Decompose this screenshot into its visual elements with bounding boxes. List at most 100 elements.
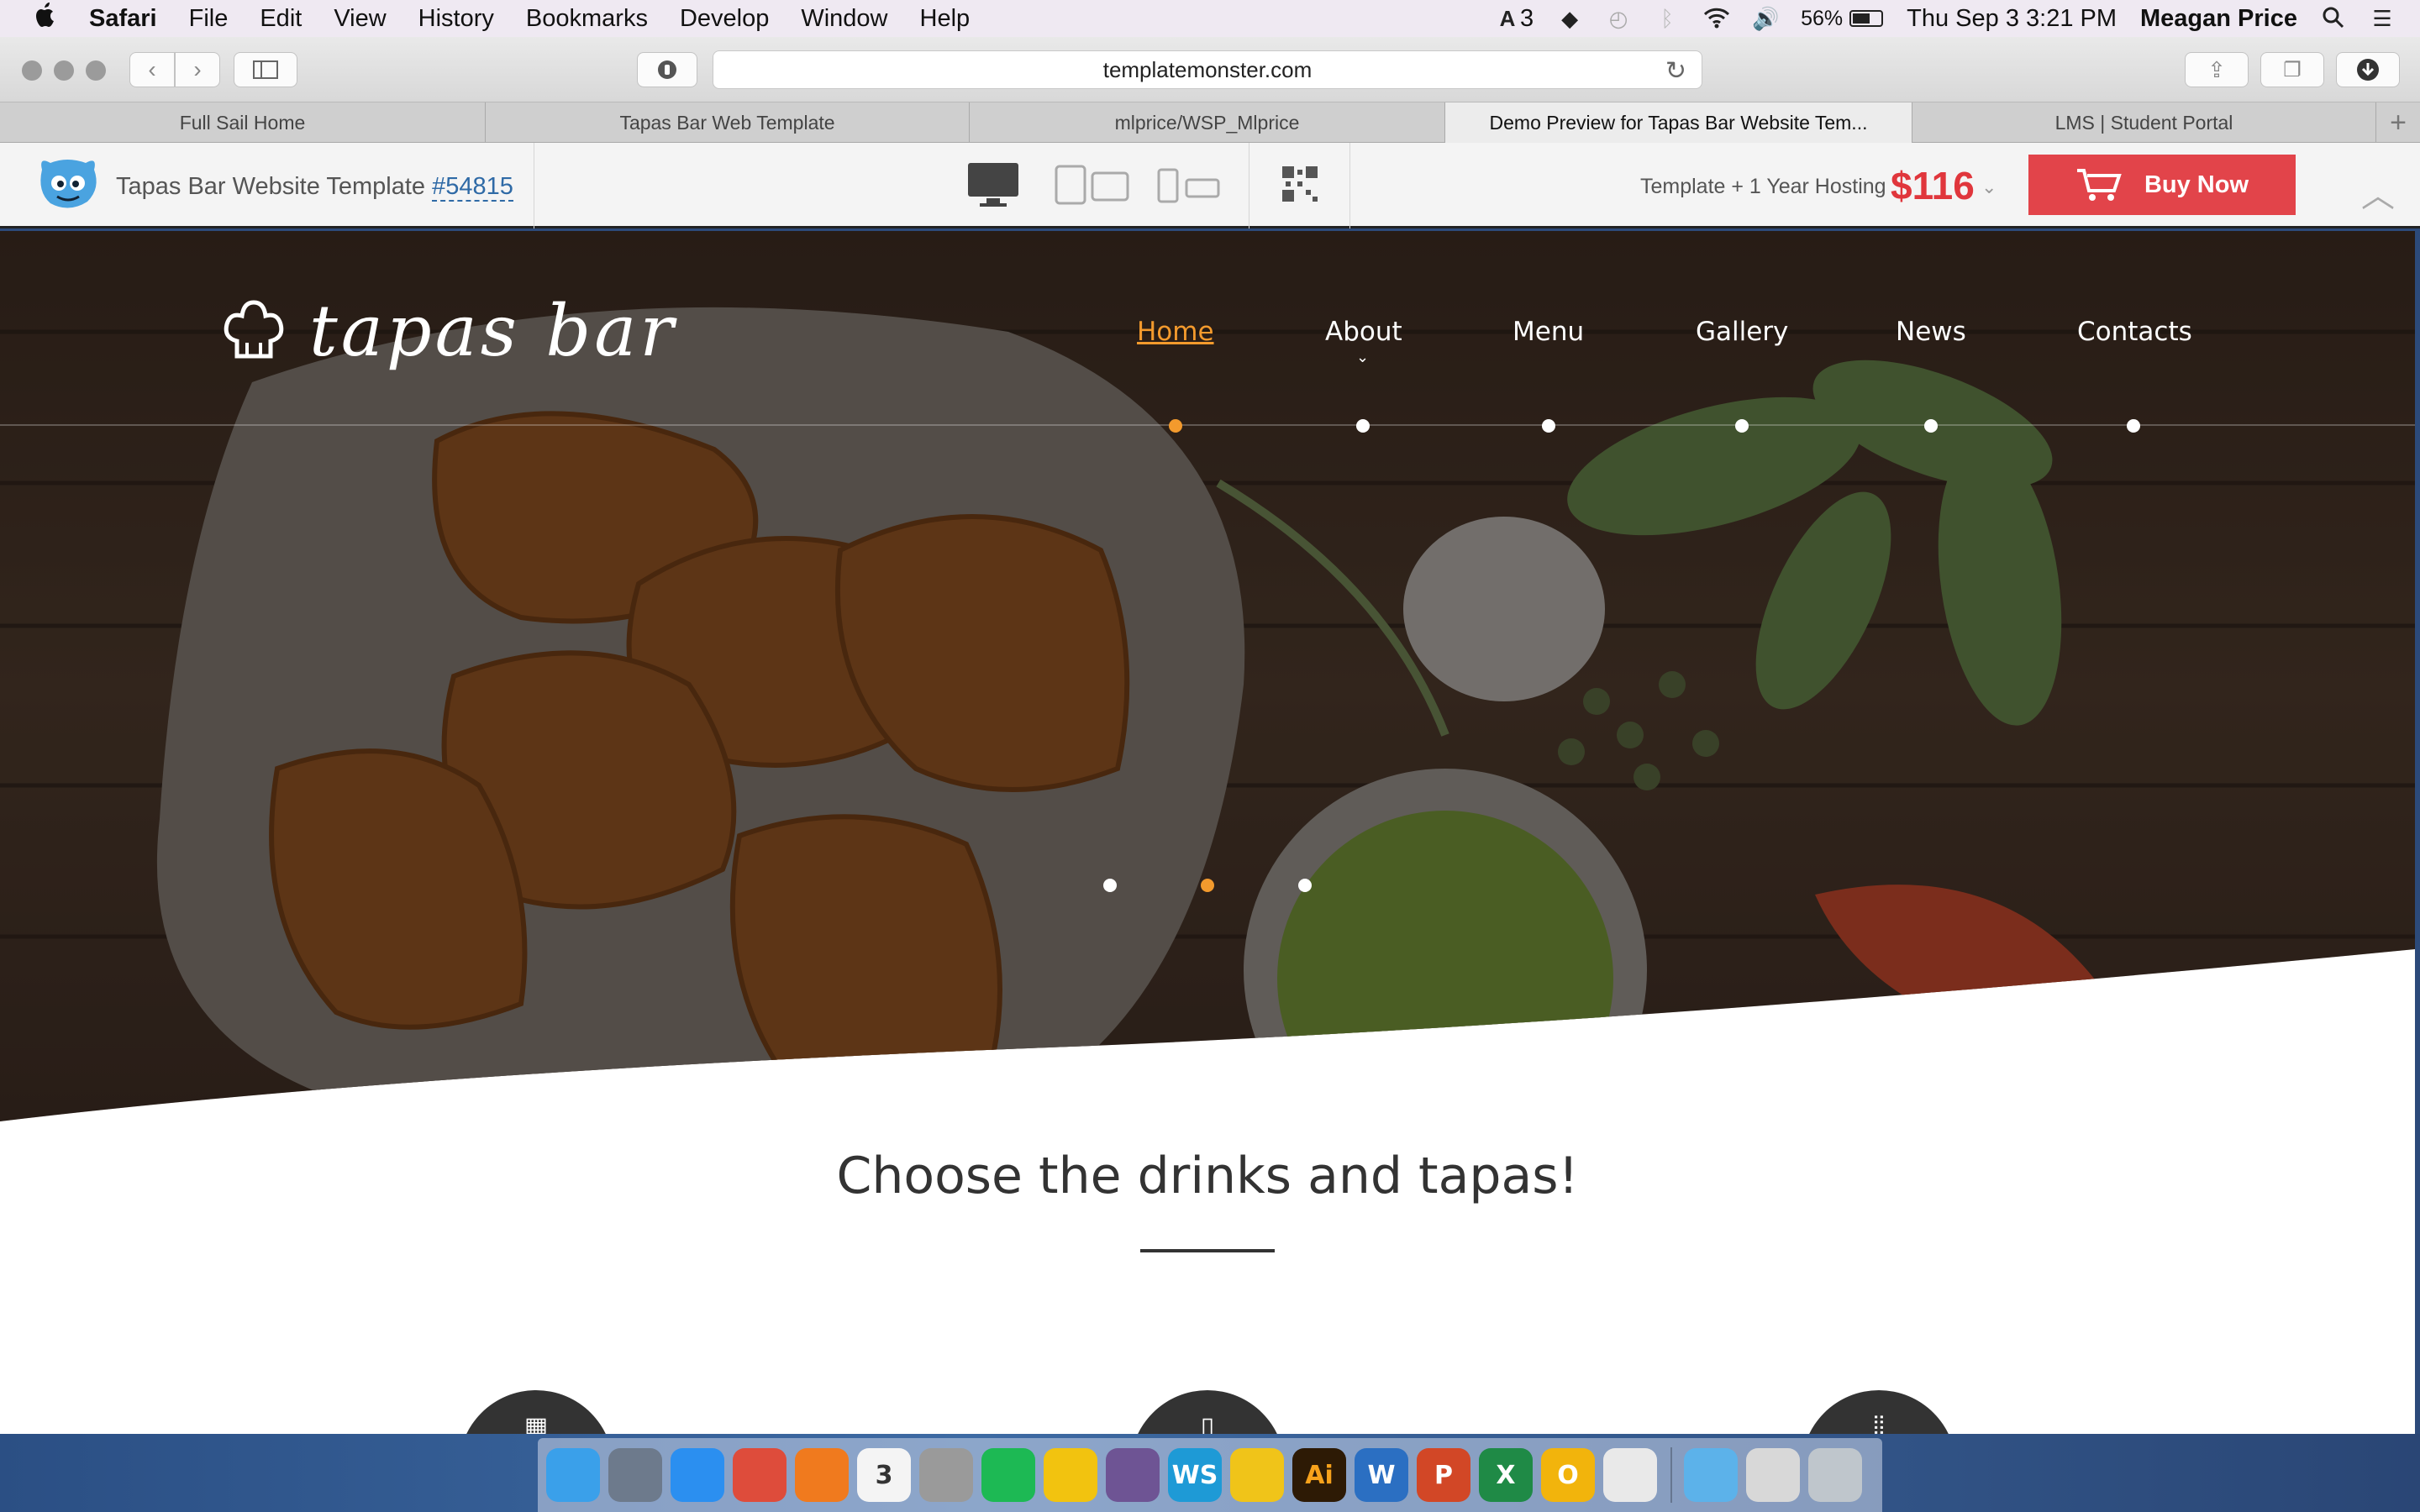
collapse-bar-chevron-up-icon[interactable]: ︿ [2361,168,2395,217]
spotlight-search-icon[interactable] [2321,7,2346,30]
dock: 3 WS Ai W P X O [538,1438,1882,1512]
show-tabs-button[interactable]: ❐ [2260,52,2324,87]
app-menu-safari[interactable]: Safari [89,5,157,33]
shield-icon [658,60,676,79]
share-button[interactable]: ⇪ [2185,52,2249,87]
chevron-down-icon[interactable]: ⌄ [1981,176,1996,198]
qr-code-icon[interactable] [1281,165,1319,203]
volume-icon[interactable]: 🔊 [1752,7,1779,30]
heading-underline [1140,1249,1275,1252]
safari-toolbar: ‹ › templatemonster.com ↻ ⇪ ❐ [0,37,2420,102]
buy-now-button[interactable]: Buy Now [2028,155,2296,215]
nav-news[interactable]: News [1896,317,1966,347]
dock-screenshots-icon[interactable] [1746,1448,1800,1502]
system-menu-bar: Safari File Edit View History Bookmarks … [0,0,2420,37]
back-button[interactable]: ‹ [129,52,175,87]
zoom-window-button[interactable] [86,60,106,81]
dock-wunderlist-icon[interactable] [1230,1448,1284,1502]
dock-outlook-icon[interactable]: O [1541,1448,1595,1502]
feature-icon-circle[interactable]: ⦙⦙ [1802,1390,1956,1434]
privacy-extension-button[interactable] [637,52,697,87]
nav-indicator-dot [2127,419,2140,433]
nav-about[interactable]: About [1325,317,1402,347]
dock-calculator-icon[interactable] [919,1448,973,1502]
section-heading: Choose the drinks and tapas! [836,1147,1579,1205]
menu-help[interactable]: Help [920,5,971,33]
dock-calendar-icon[interactable]: 3 [857,1448,911,1502]
menu-window[interactable]: Window [801,5,887,33]
offer-label: Template + 1 Year Hosting [1640,175,1886,198]
dock-excel-icon[interactable]: X [1479,1448,1533,1502]
dock-finder-icon[interactable] [546,1448,600,1502]
feature-icon-circle[interactable]: ▯ [1130,1390,1285,1434]
new-tab-plus-icon[interactable]: + [2376,102,2420,143]
dock-webstorm-icon[interactable]: WS [1168,1448,1222,1502]
downloads-button[interactable] [2336,52,2400,87]
price[interactable]: $116 [1891,163,1975,208]
dock-chrome-icon[interactable] [733,1448,786,1502]
chevron-down-icon[interactable]: ⌄ [1356,349,1369,366]
dock-powerpoint-icon[interactable]: P [1417,1448,1470,1502]
wifi-icon[interactable] [1703,7,1730,30]
tablet-view-icon[interactable] [1054,161,1131,208]
dock-word-icon[interactable]: W [1355,1448,1408,1502]
tab-tapas-bar-web-template[interactable]: Tapas Bar Web Template [486,102,970,143]
notification-center-icon[interactable]: ☰ [2370,7,2395,30]
menu-edit[interactable]: Edit [260,5,302,33]
time-machine-icon[interactable]: ◴ [1606,7,1631,30]
divider [1349,143,1350,228]
slider-pagination-dot-active[interactable] [1201,879,1214,892]
dock-aim-icon[interactable] [1044,1448,1097,1502]
feature-icon-circle[interactable]: ▦ [459,1390,613,1434]
menu-bookmarks[interactable]: Bookmarks [526,5,648,33]
nav-menu[interactable]: Menu [1512,317,1584,347]
user-menu[interactable]: Meagan Price [2140,5,2297,33]
tab-lms-student-portal[interactable]: LMS | Student Portal [1912,102,2376,143]
close-window-button[interactable] [22,60,42,81]
menu-history[interactable]: History [418,5,494,33]
apple-menu-icon[interactable] [34,2,64,35]
battery-status[interactable]: 56% [1801,7,1884,31]
template-id-link[interactable]: #54815 [432,173,513,202]
nav-divider-line [0,424,2415,426]
menu-develop[interactable]: Develop [680,5,769,33]
site-logo[interactable]: tapas bar [222,290,677,372]
chef-hat-icon [224,300,284,359]
reload-icon[interactable]: ↻ [1665,56,1686,86]
tab-full-sail-home[interactable]: Full Sail Home [0,102,486,143]
tab-demo-preview[interactable]: Demo Preview for Tapas Bar Website Tem..… [1445,102,1912,143]
nav-home[interactable]: Home [1137,317,1214,347]
tab-github-wsp[interactable]: mlprice/WSP_Mlprice [970,102,1445,143]
nav-gallery[interactable]: Gallery [1696,317,1788,347]
menu-file[interactable]: File [189,5,229,33]
address-bar[interactable]: templatemonster.com ↻ [713,50,1702,89]
forward-button[interactable]: › [175,52,220,87]
buy-now-label: Buy Now [2144,171,2249,198]
slider-pagination-dot[interactable] [1298,879,1312,892]
sidebar-toggle-button[interactable] [234,52,297,87]
dock-firefox-icon[interactable] [795,1448,849,1502]
template-title: Tapas Bar Website Template #54815 [116,173,513,202]
dock-trash-icon[interactable] [1808,1448,1862,1502]
dock-photos-icon[interactable] [1603,1448,1657,1502]
dock-safari-icon[interactable] [671,1448,724,1502]
clock[interactable]: Thu Sep 3 3:21 PM [1907,5,2117,33]
dock-spotify-icon[interactable] [981,1448,1035,1502]
templatemonster-logo-icon[interactable] [34,155,103,213]
mobile-view-icon[interactable] [1156,161,1222,208]
sidebar-icon [253,60,278,79]
menu-view[interactable]: View [334,5,386,33]
dock-illustrator-icon[interactable]: Ai [1292,1448,1346,1502]
nav-indicator-dot [1735,419,1749,433]
bluetooth-icon[interactable]: ᛒ [1655,7,1680,30]
dock-launchpad-icon[interactable] [608,1448,662,1502]
dock-github-icon[interactable] [1106,1448,1160,1502]
nav-contacts[interactable]: Contacts [2077,317,2192,347]
dropbox-icon[interactable]: ◆ [1557,7,1582,30]
hero-slider: tapas bar Home About ⌄ Menu Gallery News… [0,231,2415,1147]
slider-pagination-dot[interactable] [1103,879,1117,892]
minimize-window-button[interactable] [54,60,74,81]
desktop-view-icon[interactable] [966,161,1020,208]
adobe-cc-status[interactable]: A3 [1495,5,1534,33]
dock-downloads-icon[interactable] [1684,1448,1738,1502]
